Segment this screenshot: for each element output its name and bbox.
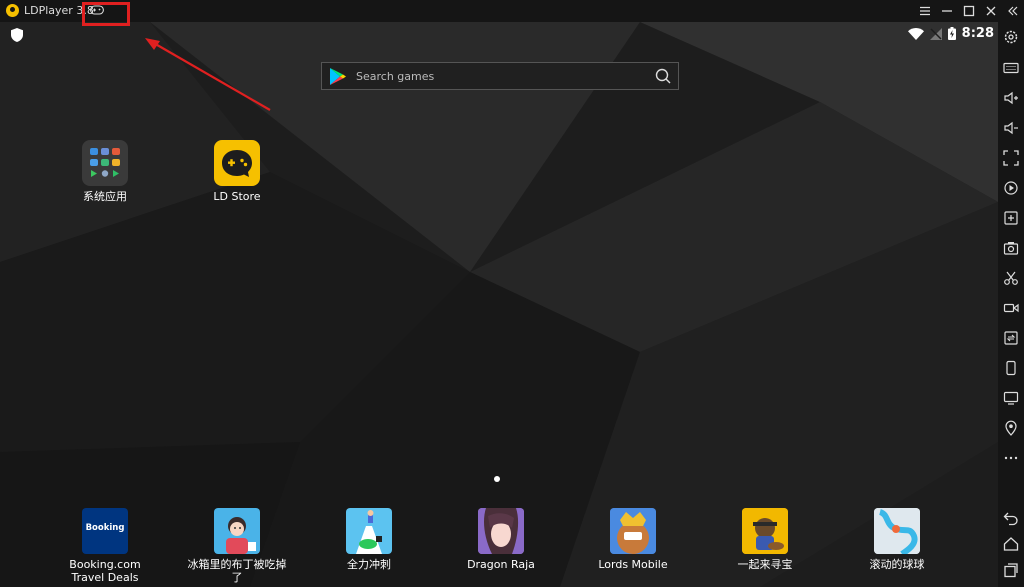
app-sprint[interactable]: 全力冲刺 [319,508,419,571]
minimize-button[interactable] [936,0,958,22]
app-system-apps[interactable]: 系统应用 [55,140,155,203]
more-dots-icon [1004,456,1018,460]
app-label: Dragon Raja [467,558,535,571]
right-toolbar [998,22,1024,587]
booking-app-icon: Booking [82,508,128,554]
back-button[interactable] [1003,510,1019,526]
window-controls [914,0,1024,22]
keyboard-icon [1003,62,1019,74]
volume-up-button[interactable] [1003,90,1019,106]
home-button[interactable] [1003,536,1019,552]
sprint-game-icon [346,508,392,554]
battery-charging-icon [947,27,956,40]
volume-down-icon [1004,121,1018,135]
menu-button[interactable] [914,0,936,22]
minimize-icon [942,10,952,12]
scissors-icon [1004,271,1018,285]
app-label: 一起来寻宝 [737,558,793,571]
location-button[interactable] [1003,420,1019,436]
volume-down-button[interactable] [1003,120,1019,136]
app-label: 冰箱里的布丁被吃掉了 [187,558,287,584]
app-pudding[interactable]: 冰箱里的布丁被吃掉了 [187,508,287,584]
rolling-ball-icon [874,508,920,554]
no-signal-icon [929,27,942,40]
highlight-box [82,2,130,26]
dragon-raja-icon [478,508,524,554]
add-apk-icon [1004,211,1018,225]
location-pin-icon [1005,420,1017,436]
google-play-icon [330,68,346,85]
keyboard-button[interactable] [1003,60,1019,76]
shield-icon [11,28,23,42]
ldplayer-logo-icon [6,4,19,17]
record-icon [1004,181,1018,195]
recent-apps-icon [1004,563,1018,578]
video-button[interactable] [1003,300,1019,316]
app-lords-mobile[interactable]: Lords Mobile [583,508,683,571]
rotate-button[interactable] [1003,360,1019,376]
app-label: 系统应用 [83,190,127,203]
fullscreen-icon [1003,150,1019,166]
app-label: Booking.com Travel Deals [69,558,141,584]
app-ld-store[interactable]: LD Store [187,140,287,203]
sync-button[interactable] [1003,330,1019,346]
video-camera-icon [1003,303,1019,313]
home-icon [1003,537,1019,551]
app-label: 滚动的球球 [869,558,925,571]
folder-icon [82,140,128,186]
app-label: 全力冲刺 [347,558,391,571]
title-bar: LDPlayer 3.8 [0,0,1024,22]
recent-apps-button[interactable] [1003,562,1019,578]
scissors-button[interactable] [1003,270,1019,286]
volume-up-icon [1004,91,1018,105]
app-label: LD Store [213,190,261,203]
settings-button[interactable] [1003,29,1019,45]
record-button[interactable] [1003,180,1019,196]
close-icon [986,6,996,16]
screenshot-button[interactable] [1003,240,1019,256]
fullscreen-button[interactable] [1003,150,1019,166]
page-indicator [494,476,500,482]
more-button[interactable] [1003,450,1019,466]
sync-icon [1004,331,1018,345]
search-input[interactable]: Search games [356,70,434,83]
double-chevron-left-icon [1008,6,1018,16]
add-app-button[interactable] [1003,210,1019,226]
hamburger-icon [920,6,930,16]
back-arrow-icon [1003,512,1018,526]
status-bar: 8:28 [907,26,994,41]
app-treasure[interactable]: 一起来寻宝 [715,508,815,571]
screenshot-icon [1003,242,1019,255]
lords-mobile-icon [610,508,656,554]
pudding-game-icon [214,508,260,554]
collapse-sidebar-button[interactable] [1002,0,1024,22]
status-time: 8:28 [961,26,994,41]
wifi-icon [907,27,924,40]
app-dragon-raja[interactable]: Dragon Raja [451,508,551,571]
maximize-button[interactable] [958,0,980,22]
maximize-icon [963,5,975,17]
gear-icon [1004,30,1018,44]
multi-instance-button[interactable] [1003,390,1019,406]
app-rolling-ball[interactable]: 滚动的球球 [847,508,947,571]
app-label: Lords Mobile [598,558,668,571]
monitor-icon [1003,391,1019,405]
annotation-arrow [145,38,271,111]
search-icon[interactable] [655,68,671,84]
treasure-game-icon [742,508,788,554]
phone-rotate-icon [1006,360,1016,376]
search-bar[interactable]: Search games [321,62,679,90]
gamepad-icon [214,140,260,186]
app-booking[interactable]: Booking Booking.com Travel Deals [55,508,155,584]
close-button[interactable] [980,0,1002,22]
